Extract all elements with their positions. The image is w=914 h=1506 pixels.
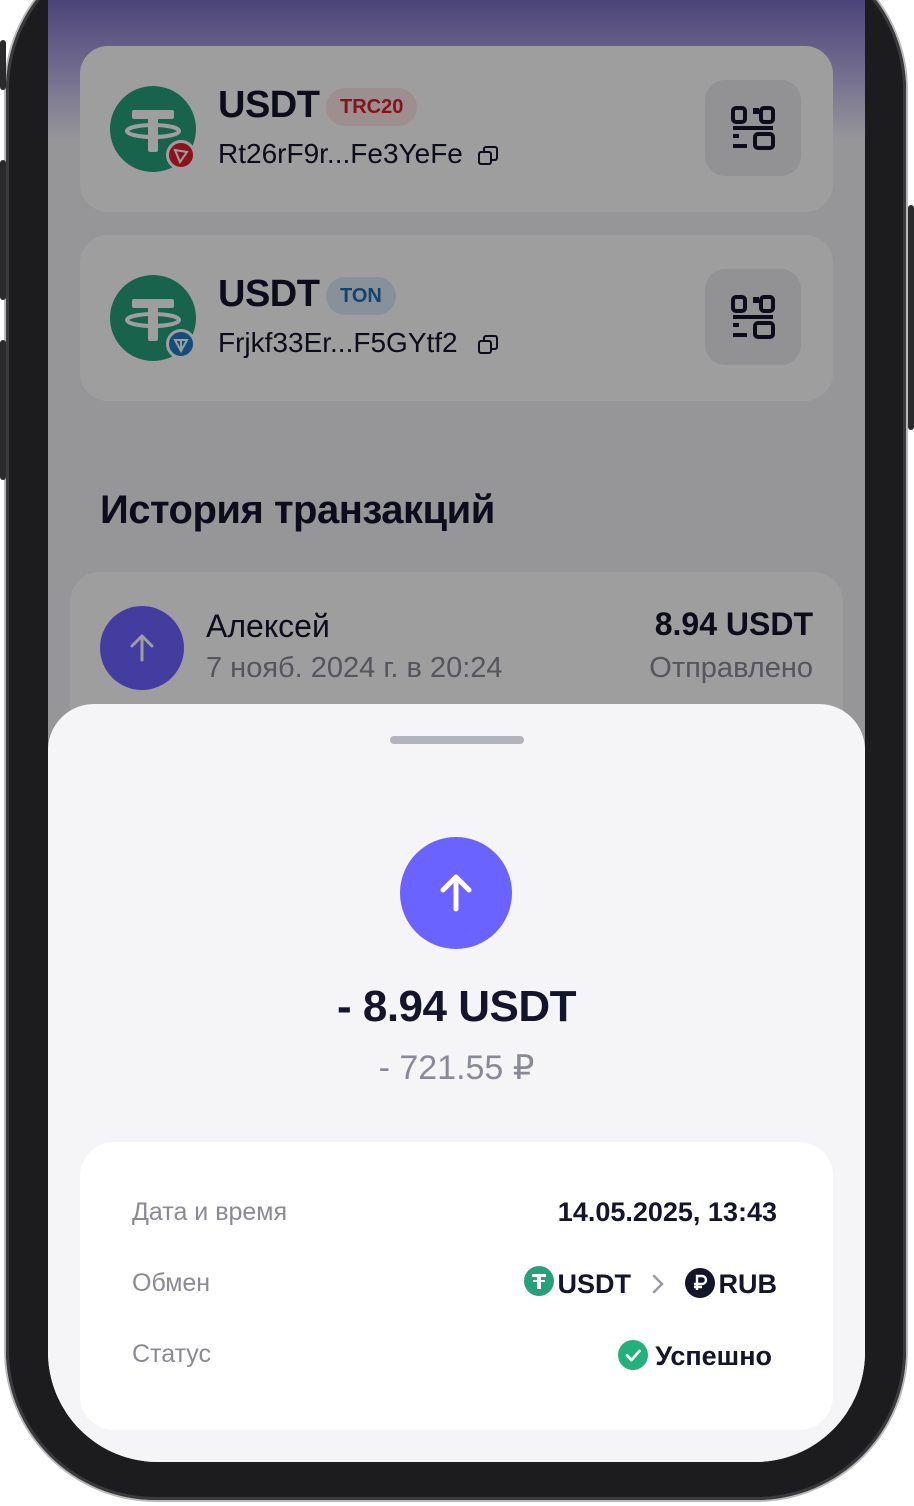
exchange-from: USDT (557, 1269, 632, 1299)
datetime-value: 14.05.2025, 13:43 (557, 1197, 777, 1227)
exchange-label: Обмен (132, 1269, 211, 1297)
mute-switch (0, 40, 6, 90)
details-card: Дата и время 14.05.2025, 13:43 Обмен USD… (80, 1142, 833, 1430)
exchange-to: RUB (718, 1269, 778, 1299)
checkmark-icon (618, 1340, 648, 1370)
tether-icon (524, 1266, 554, 1296)
phone-screen: USDT TRC20 Rt26rF9r...Fe3YeFe USDT TON F… (48, 0, 865, 1462)
status-label: Статус (132, 1340, 212, 1368)
volume-down-button (0, 340, 6, 480)
sheet-fiat-amount: - 721.55 ₽ (378, 1049, 535, 1087)
chevron-right-icon (652, 1274, 664, 1294)
status-value: Успешно (655, 1341, 772, 1371)
datetime-label: Дата и время (132, 1198, 288, 1226)
sheet-grabber[interactable] (390, 736, 524, 744)
volume-up-button (0, 160, 6, 300)
sheet-amount: - 8.94 USDT (336, 982, 577, 1031)
power-button (908, 205, 914, 430)
ruble-icon (685, 1268, 715, 1298)
sent-arrow-icon (400, 837, 512, 949)
transaction-details-sheet: - 8.94 USDT - 721.55 ₽ Дата и время 14.0… (48, 704, 865, 1462)
